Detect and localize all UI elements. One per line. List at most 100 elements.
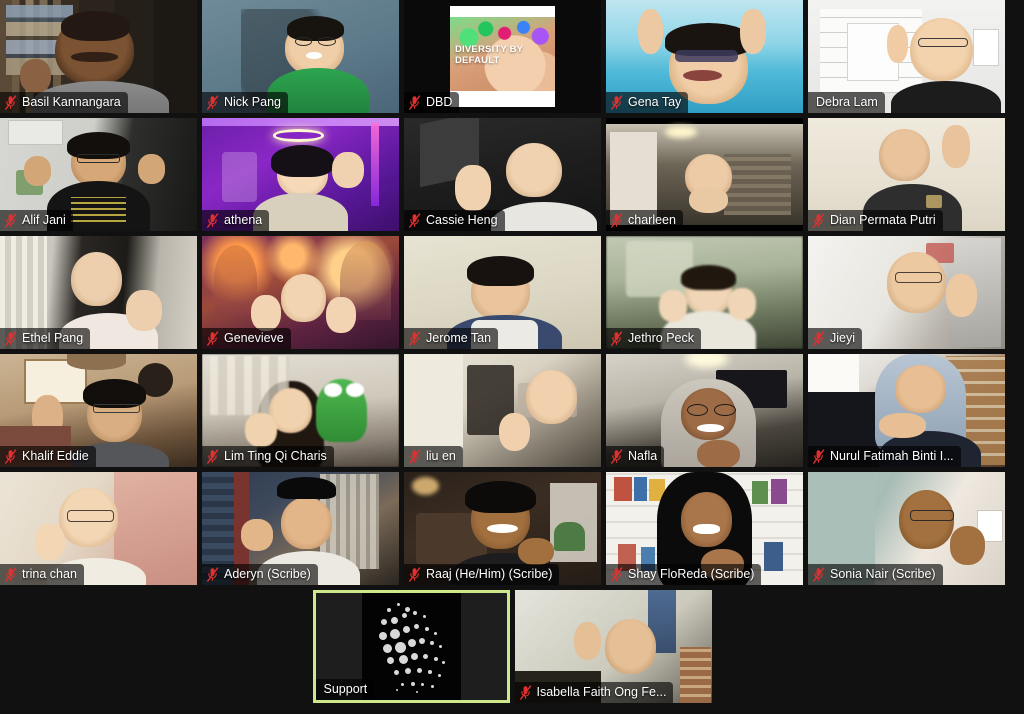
participant-tile-dbd[interactable]: DIVERSITY BY DEFAULT DBD [404, 0, 601, 113]
participant-name: Nurul Fatimah Binti I... [830, 449, 954, 463]
nameplate: Debra Lam [808, 92, 885, 113]
participant-name: Support [323, 682, 368, 696]
participant-tile-raaj[interactable]: Raaj (He/Him) (Scribe) [404, 472, 601, 585]
participant-name: Nick Pang [224, 95, 281, 109]
gallery-row-1: Basil Kannangara Nick Pang DIVERSITY BY … [0, 0, 1024, 113]
participant-tile-liu-en[interactable]: liu en [404, 354, 601, 467]
mic-muted-icon [5, 330, 17, 346]
mic-muted-icon [611, 212, 623, 228]
participant-tile-athena[interactable]: athena [202, 118, 399, 231]
participant-tile-ethel-pang[interactable]: Ethel Pang [0, 236, 197, 349]
participant-tile-jieyi[interactable]: Jieyi [808, 236, 1005, 349]
nameplate: Khalif Eddie [0, 446, 96, 467]
participant-name: Lim Ting Qi Charis [224, 449, 327, 463]
participant-tile-basil-kannangara[interactable]: Basil Kannangara [0, 0, 197, 113]
mic-muted-icon [813, 448, 825, 464]
participant-name: Raaj (He/Him) (Scribe) [426, 567, 553, 581]
nameplate: Jethro Peck [606, 328, 702, 349]
participant-tile-khalif-eddie[interactable]: Khalif Eddie [0, 354, 197, 467]
nameplate: Sonia Nair (Scribe) [808, 564, 943, 585]
participant-name: trina chan [22, 567, 77, 581]
nameplate: Jerome Tan [404, 328, 499, 349]
nameplate: charleen [606, 210, 683, 231]
participant-name: Jerome Tan [426, 331, 492, 345]
participant-name: Khalif Eddie [22, 449, 89, 463]
gallery-row-2: Alif Jani athena Cassie Heng charleen Di… [0, 118, 1024, 231]
participant-tile-nafla[interactable]: Nafla [606, 354, 803, 467]
mic-muted-icon [813, 330, 825, 346]
participant-tile-trina-chan[interactable]: trina chan [0, 472, 197, 585]
participant-tile-lim-ting-qi-charis[interactable]: Lim Ting Qi Charis [202, 354, 399, 467]
gallery-row-4: Khalif Eddie Lim Ting Qi Charis liu en N… [0, 354, 1024, 467]
participant-tile-alif-jani[interactable]: Alif Jani [0, 118, 197, 231]
participant-name: Jieyi [830, 331, 856, 345]
mic-muted-icon [813, 566, 825, 582]
mic-muted-icon [409, 566, 421, 582]
gallery-row-6: Support Isabella Faith Ong Fe... [0, 590, 1024, 703]
mic-muted-icon [611, 94, 623, 110]
participant-name: liu en [426, 449, 456, 463]
mic-muted-icon [207, 566, 219, 582]
video-feed [361, 593, 461, 700]
mic-muted-icon [409, 94, 421, 110]
mic-muted-icon [409, 448, 421, 464]
participant-tile-support[interactable]: Support [312, 590, 510, 703]
nameplate: athena [202, 210, 270, 231]
participant-tile-aderyn[interactable]: Aderyn (Scribe) [202, 472, 399, 585]
mic-muted-icon [611, 566, 623, 582]
nameplate: Aderyn (Scribe) [202, 564, 318, 585]
shared-slide: DIVERSITY BY DEFAULT [450, 6, 555, 107]
participant-tile-charleen[interactable]: charleen [606, 118, 803, 231]
nameplate: Nick Pang [202, 92, 288, 113]
mic-muted-icon [813, 212, 825, 228]
participant-name: Gena Tay [628, 95, 682, 109]
nameplate: Isabella Faith Ong Fe... [514, 682, 674, 703]
participant-name: Genevieve [224, 331, 284, 345]
mic-muted-icon [519, 684, 531, 700]
nameplate: DBD [404, 92, 460, 113]
participant-tile-jerome-tan[interactable]: Jerome Tan [404, 236, 601, 349]
mic-muted-icon [207, 94, 219, 110]
participant-name: Debra Lam [816, 95, 878, 109]
nameplate: Cassie Heng [404, 210, 505, 231]
participant-tile-isabella-faith-ong[interactable]: Isabella Faith Ong Fe... [514, 590, 712, 703]
nameplate: Raaj (He/Him) (Scribe) [404, 564, 560, 585]
participant-name: Dian Permata Putri [830, 213, 936, 227]
participant-tile-debra-lam[interactable]: Debra Lam [808, 0, 1005, 113]
participant-name: Shay FloReda (Scribe) [628, 567, 755, 581]
participant-tile-dian-permata-putri[interactable]: Dian Permata Putri [808, 118, 1005, 231]
participant-tile-sonia-nair[interactable]: Sonia Nair (Scribe) [808, 472, 1005, 585]
nameplate: Ethel Pang [0, 328, 91, 349]
participant-tile-genevieve[interactable]: Genevieve [202, 236, 399, 349]
participant-tile-gena-tay[interactable]: Gena Tay [606, 0, 803, 113]
participant-name: charleen [628, 213, 676, 227]
mic-muted-icon [207, 330, 219, 346]
slide-caption: DIVERSITY BY DEFAULT [455, 44, 524, 66]
nameplate: Support [315, 679, 375, 700]
mic-muted-icon [611, 330, 623, 346]
mic-muted-icon [5, 448, 17, 464]
participant-name: Jethro Peck [628, 331, 695, 345]
participant-tile-nurul-fatimah[interactable]: Nurul Fatimah Binti I... [808, 354, 1005, 467]
participant-name: Sonia Nair (Scribe) [830, 567, 936, 581]
nameplate: liu en [404, 446, 463, 467]
nameplate: Lim Ting Qi Charis [202, 446, 334, 467]
participant-tile-nick-pang[interactable]: Nick Pang [202, 0, 399, 113]
mic-muted-icon [409, 212, 421, 228]
participant-tile-cassie-heng[interactable]: Cassie Heng [404, 118, 601, 231]
nameplate: Nafla [606, 446, 665, 467]
nameplate: Genevieve [202, 328, 291, 349]
participant-name: Aderyn (Scribe) [224, 567, 311, 581]
mic-muted-icon [5, 212, 17, 228]
nameplate: Jieyi [808, 328, 863, 349]
mic-muted-icon [611, 448, 623, 464]
nameplate: trina chan [0, 564, 84, 585]
participant-name: DBD [426, 95, 453, 109]
participant-tile-shay-floreda[interactable]: Shay FloReda (Scribe) [606, 472, 803, 585]
gallery-row-5: trina chan Aderyn (Scribe) Raaj (He/Him)… [0, 472, 1024, 585]
gallery-row-3: Ethel Pang Genevieve Jerome Tan Jethro P… [0, 236, 1024, 349]
participant-name: Nafla [628, 449, 658, 463]
participant-tile-jethro-peck[interactable]: Jethro Peck [606, 236, 803, 349]
nameplate: Dian Permata Putri [808, 210, 943, 231]
participant-name: Isabella Faith Ong Fe... [536, 685, 667, 699]
